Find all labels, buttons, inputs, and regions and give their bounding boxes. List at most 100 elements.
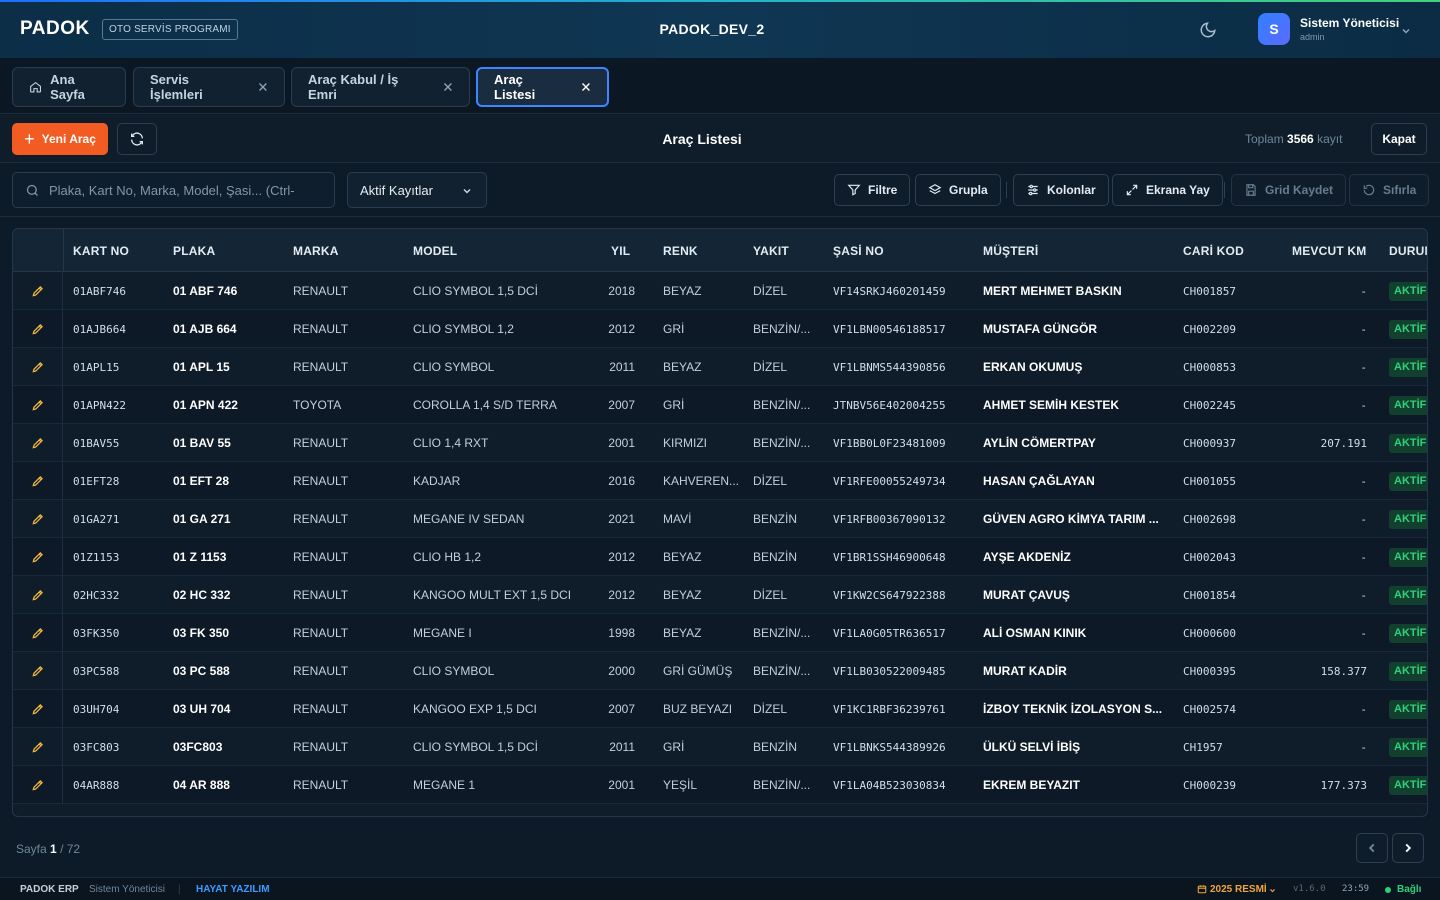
column-header[interactable]: KART NO (73, 244, 129, 258)
cell-cari-kod: CH000853 (1183, 361, 1236, 374)
moon-icon[interactable] (1199, 21, 1217, 39)
column-header[interactable]: ŞASİ NO (833, 244, 884, 258)
tab-arac-listesi[interactable]: Araç Listesi (476, 67, 609, 107)
cell-yil: 2011 (609, 740, 635, 754)
edit-button[interactable] (13, 766, 63, 804)
edit-button[interactable] (13, 272, 63, 310)
column-header[interactable]: YAKIT (753, 244, 789, 258)
cell-yakit: BENZİN/... (753, 436, 811, 450)
grid-header: KART NO PLAKA MARKA MODEL YIL RENK YAKIT… (13, 229, 1427, 272)
cell-yakit: BENZİN (753, 740, 798, 754)
cell-renk: BEYAZ (663, 588, 702, 602)
close-icon[interactable] (443, 82, 453, 92)
pencil-icon (31, 438, 43, 449)
cell-marka: TOYOTA (293, 398, 342, 412)
cell-sasi-no: VF1BR1SSH46900648 (833, 551, 946, 564)
cell-model: COROLLA 1,4 S/D TERRA (413, 398, 557, 412)
cell-plaka: 03 UH 704 (173, 702, 231, 716)
table-row[interactable]: 01Z1153 01 Z 1153 RENAULT CLIO HB 1,2 2012 BE… (13, 538, 1427, 576)
table-row[interactable]: 03FC803 03FC803 RENAULT CLIO SYMBOL 1,5 DCİ… (13, 728, 1427, 766)
toolbar-divider (1224, 182, 1225, 198)
total-prefix: Toplam (1245, 132, 1284, 146)
edit-button[interactable] (13, 614, 63, 652)
cell-model: CLIO SYMBOL (413, 664, 495, 678)
edit-button[interactable] (13, 310, 63, 348)
edit-button[interactable] (13, 652, 63, 690)
edit-button[interactable] (13, 386, 63, 424)
table-row[interactable]: 03PC588 03 PC 588 RENAULT CLIO SYMBOL 2000 GR… (13, 652, 1427, 690)
edit-button[interactable] (13, 728, 63, 766)
close-button[interactable]: Kapat (1371, 123, 1427, 155)
columns-button[interactable]: Kolonlar (1013, 174, 1109, 206)
fullscreen-button[interactable]: Ekrana Yay (1112, 174, 1223, 206)
cell-yakit: BENZİN/... (753, 778, 811, 792)
table-row[interactable]: 01AJB664 01 AJB 664 RENAULT CLIO SYMBOL 1,2… (13, 310, 1427, 348)
search-input[interactable] (49, 182, 329, 198)
column-header[interactable]: RENK (663, 244, 698, 258)
close-icon[interactable] (581, 82, 591, 92)
table-row[interactable]: 01EFT28 01 EFT 28 RENAULT KADJAR 2016 KAHVERE… (13, 462, 1427, 500)
column-header[interactable]: MÜŞTERİ (983, 244, 1038, 258)
column-header[interactable]: MEVCUT KM (1292, 244, 1366, 258)
edit-button[interactable] (13, 538, 63, 576)
edit-button[interactable] (13, 500, 63, 538)
search-box[interactable] (12, 172, 335, 208)
save-grid-button[interactable]: Grid Kaydet (1231, 174, 1347, 206)
user-menu[interactable]: S Sistem Yöneticisi admin (1258, 13, 1399, 45)
cell-yil: 2021 (608, 512, 635, 526)
pencil-icon (31, 704, 43, 715)
edit-button[interactable] (13, 576, 63, 614)
cell-musteri: MURAT KADİR (983, 664, 1067, 678)
total-count: 3566 (1287, 132, 1314, 146)
column-header[interactable]: YIL (611, 244, 630, 258)
table-row[interactable]: 03UH704 03 UH 704 RENAULT KANGOO EXP 1,5 DC… (13, 690, 1427, 728)
cell-marka: RENAULT (293, 360, 349, 374)
cell-sasi-no: JTNBV56E402004255 (833, 399, 946, 412)
chevron-left-icon (1368, 843, 1375, 853)
group-button[interactable]: Grupla (915, 174, 1001, 206)
status-select[interactable]: Aktif Kayıtlar (347, 172, 487, 208)
cell-mevcut-km: 177.373 (1320, 779, 1367, 792)
cell-yil: 2000 (608, 664, 635, 678)
cell-sasi-no: VF1KW2CS647922388 (833, 589, 946, 602)
cell-model: CLIO HB 1,2 (413, 550, 482, 564)
cell-model: KADJAR (413, 474, 461, 488)
table-row[interactable]: 04AR888 04 AR 888 RENAULT MEGANE 1 2001 YEŞİL… (13, 766, 1427, 804)
column-header[interactable]: CARİ KOD (1183, 244, 1244, 258)
pencil-icon (31, 514, 43, 525)
column-header[interactable]: MODEL (413, 244, 457, 258)
cell-kart-no: 01APL15 (73, 361, 120, 374)
table-row[interactable]: 03FK350 03 FK 350 RENAULT MEGANE I 1998 BEYAZ… (13, 614, 1427, 652)
cell-plaka: 01 Z 1153 (173, 550, 227, 564)
status-badge: AKTİF (1389, 282, 1427, 301)
table-row[interactable]: 01BAV55 01 BAV 55 RENAULT CLIO 1,4 RXT 2001 K… (13, 424, 1427, 462)
cell-cari-kod: CH000600 (1183, 627, 1236, 640)
table-row[interactable]: 01APL15 01 APL 15 RENAULT CLIO SYMBOL 2011 BE… (13, 348, 1427, 386)
next-page-button[interactable] (1392, 833, 1424, 863)
filter-button[interactable]: Filtre (834, 174, 911, 206)
edit-button[interactable] (13, 424, 63, 462)
tab-ana-sayfa[interactable]: Ana Sayfa (12, 67, 126, 107)
table-row[interactable]: 01GA271 01 GA 271 RENAULT MEGANE IV SEDAN 20… (13, 500, 1427, 538)
edit-button[interactable] (13, 690, 63, 728)
close-icon[interactable] (258, 82, 268, 92)
column-header[interactable]: MARKA (293, 244, 339, 258)
tab-arac-kabul[interactable]: Araç Kabul / İş Emri (291, 67, 470, 107)
reset-button[interactable]: Sıfırla (1349, 174, 1430, 206)
chevron-down-icon[interactable] (1401, 26, 1411, 36)
table-row[interactable]: 01APN422 01 APN 422 TOYOTA COROLLA 1,4 S/D … (13, 386, 1427, 424)
tab-label: Servis İşlemleri (150, 72, 203, 102)
column-header[interactable]: DURUM (1389, 244, 1427, 258)
edit-button[interactable] (13, 348, 63, 386)
prev-page-button[interactable] (1356, 833, 1388, 863)
column-header[interactable]: PLAKA (173, 244, 215, 258)
table-row[interactable]: 01ABF746 01 ABF 746 RENAULT CLIO SYMBOL 1,5… (13, 272, 1427, 310)
cell-mevcut-km: - (1360, 361, 1367, 374)
cell-cari-kod: CH001857 (1183, 285, 1236, 298)
status-period[interactable]: 2025 RESMİ (1210, 884, 1267, 895)
pencil-icon (31, 400, 43, 411)
table-row[interactable]: 02HC332 02 HC 332 RENAULT KANGOO MULT EXT 1… (13, 576, 1427, 614)
tab-servis-islemleri[interactable]: Servis İşlemleri (133, 67, 285, 107)
cell-marka: RENAULT (293, 588, 349, 602)
edit-button[interactable] (13, 462, 63, 500)
